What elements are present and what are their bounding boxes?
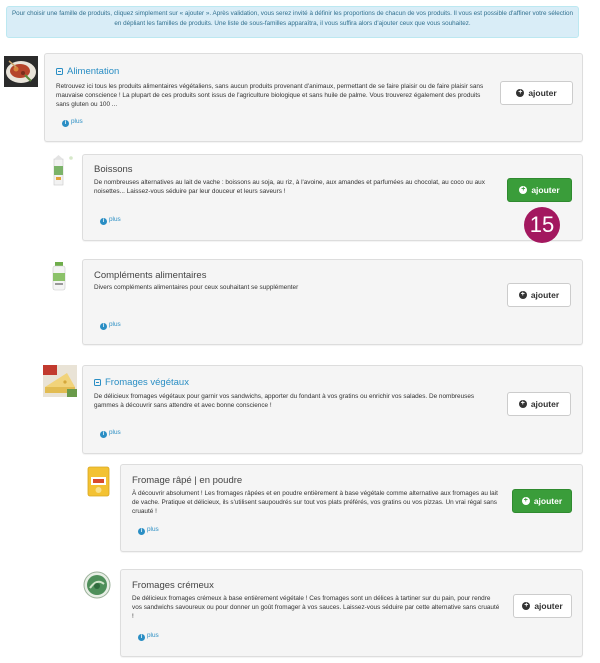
info-icon: i <box>62 120 69 127</box>
more-link[interactable]: i plus <box>100 429 121 438</box>
info-icon: i <box>100 323 107 330</box>
family-title: Fromage râpé | en poudre <box>132 475 243 486</box>
family-title-link[interactable]: Alimentation <box>56 66 119 77</box>
family-description: Retrouvez ici tous les produits alimenta… <box>56 83 484 108</box>
family-title: Compléments alimentaires <box>94 270 207 281</box>
plus-circle-icon: + <box>519 186 528 194</box>
add-button[interactable]: + ajouter <box>507 283 571 307</box>
plus-circle-icon: + <box>522 602 531 610</box>
cream-cheese-tub-icon <box>82 570 112 600</box>
family-title: Fromages crémeux <box>132 580 214 591</box>
add-button[interactable]: + ajouter <box>507 392 571 416</box>
family-description: Divers compléments alimentaires pour ceu… <box>94 284 299 291</box>
plus-circle-icon: + <box>518 291 527 299</box>
supplement-bottle-icon <box>52 262 66 292</box>
add-button[interactable]: + ajouter <box>500 81 573 105</box>
add-button[interactable]: + ajouter <box>507 178 572 202</box>
drink-carton-icon <box>52 154 74 188</box>
food-plate-icon <box>4 56 38 87</box>
cheese-icon <box>43 365 77 397</box>
info-icon: i <box>138 634 145 641</box>
more-link[interactable]: i plus <box>138 632 159 641</box>
family-description: De nombreuses alternatives au lait de va… <box>94 179 485 195</box>
info-icon: i <box>100 218 107 225</box>
family-title-link[interactable]: Fromages végétaux <box>94 377 189 388</box>
grated-cheese-pack-icon <box>87 466 110 497</box>
more-link[interactable]: i plus <box>138 526 159 535</box>
info-alert: Pour choisir une famille de produits, cl… <box>6 6 579 38</box>
expand-icon <box>94 379 101 386</box>
family-card-boissons: Boissons De nombreuses alternatives au l… <box>82 154 583 241</box>
family-description: De délicieux fromages végétaux pour garn… <box>94 393 475 409</box>
family-title: Boissons <box>94 164 133 175</box>
add-button[interactable]: + ajouter <box>512 489 572 513</box>
plus-circle-icon: + <box>518 400 527 408</box>
family-card-alimentation: Alimentation Retrouvez ici tous les prod… <box>44 53 583 142</box>
more-link[interactable]: i plus <box>100 216 121 225</box>
family-description: À découvrir absolument ! Les fromages râ… <box>132 490 498 515</box>
add-button[interactable]: + ajouter <box>513 594 572 618</box>
more-link[interactable]: i plus <box>62 118 83 127</box>
step-badge: 15 <box>524 207 560 243</box>
family-card-fromage-rape: Fromage râpé | en poudre À découvrir abs… <box>120 464 583 552</box>
family-description: De délicieux fromages crémeux à base ent… <box>132 595 500 620</box>
info-icon: i <box>138 528 145 535</box>
family-card-fromages-cremeux: Fromages crémeux De délicieux fromages c… <box>120 569 583 657</box>
info-icon: i <box>100 431 107 438</box>
family-card-complements: Compléments alimentaires Divers compléme… <box>82 259 583 345</box>
plus-circle-icon: + <box>521 497 530 505</box>
more-link[interactable]: i plus <box>100 321 121 330</box>
plus-circle-icon: + <box>516 89 525 97</box>
expand-icon <box>56 68 63 75</box>
family-card-fromages-vegetaux: Fromages végétaux De délicieux fromages … <box>82 365 583 454</box>
